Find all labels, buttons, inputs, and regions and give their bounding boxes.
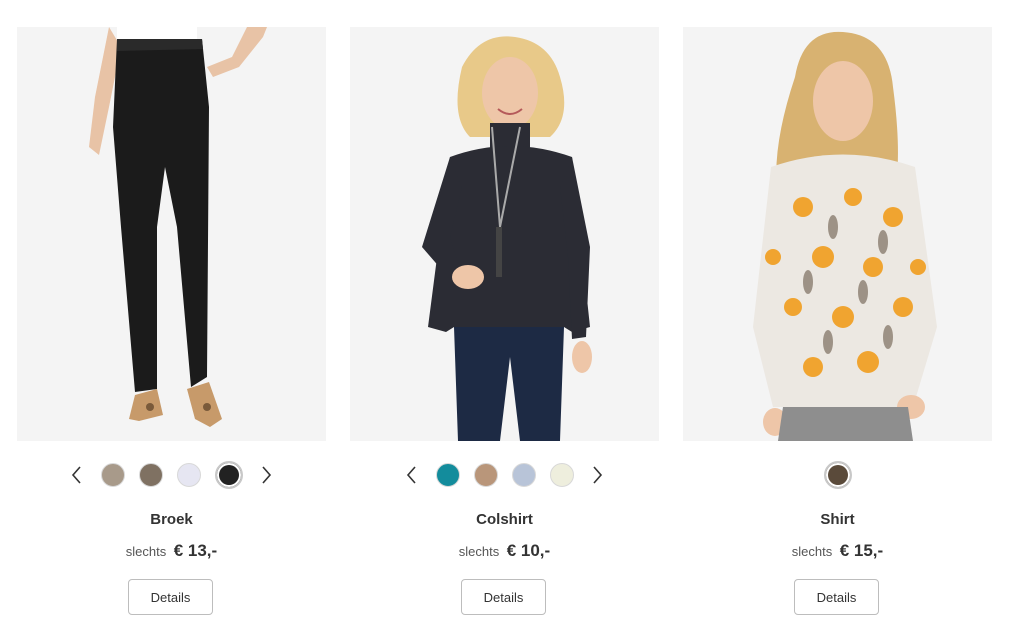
- color-swatches: [17, 461, 326, 489]
- product-price: slechts € 15,-: [683, 541, 992, 561]
- price-amount: € 13,-: [173, 541, 218, 560]
- turtleneck-photo: [350, 27, 659, 441]
- price-amount: € 15,-: [839, 541, 884, 560]
- chevron-left-icon: [71, 466, 81, 484]
- color-swatches: [683, 461, 992, 489]
- price-prefix: slechts: [125, 544, 167, 559]
- color-swatch[interactable]: [473, 463, 498, 487]
- color-swatch[interactable]: [100, 463, 125, 487]
- color-swatch[interactable]: [176, 463, 201, 487]
- prev-color-arrow[interactable]: [67, 461, 87, 489]
- product-image-broek[interactable]: [17, 27, 326, 441]
- price-amount: € 10,-: [506, 541, 551, 560]
- color-swatches: [350, 461, 659, 489]
- product-card-colshirt[interactable]: Colshirt slechts € 10,- Details: [350, 27, 659, 615]
- color-swatch-selected[interactable]: [214, 461, 243, 489]
- next-color-arrow[interactable]: [588, 461, 608, 489]
- next-color-arrow[interactable]: [257, 461, 277, 489]
- details-button[interactable]: Details: [461, 579, 546, 615]
- chevron-right-icon: [262, 466, 272, 484]
- product-price: slechts € 10,-: [350, 541, 659, 561]
- details-button[interactable]: Details: [794, 579, 879, 615]
- color-swatch-selected[interactable]: [823, 461, 852, 489]
- color-swatch[interactable]: [138, 463, 163, 487]
- trousers-photo: [17, 27, 326, 441]
- color-swatch[interactable]: [435, 463, 460, 487]
- color-swatch[interactable]: [549, 463, 574, 487]
- product-name[interactable]: Shirt: [683, 511, 992, 528]
- product-card-broek[interactable]: Broek slechts € 13,- Details: [17, 27, 326, 615]
- price-prefix: slechts: [791, 544, 833, 559]
- product-card-shirt[interactable]: Shirt slechts € 15,- Details: [683, 27, 992, 615]
- product-name[interactable]: Broek: [17, 511, 326, 528]
- product-image-colshirt[interactable]: [350, 27, 659, 441]
- chevron-left-icon: [406, 466, 416, 484]
- color-swatch[interactable]: [511, 463, 536, 487]
- price-prefix: slechts: [458, 544, 500, 559]
- product-name[interactable]: Colshirt: [350, 511, 659, 528]
- product-price: slechts € 13,-: [17, 541, 326, 561]
- floral-shirt-photo: [683, 27, 992, 441]
- product-image-shirt[interactable]: [683, 27, 992, 441]
- prev-color-arrow[interactable]: [402, 461, 422, 489]
- chevron-right-icon: [593, 466, 603, 484]
- details-button[interactable]: Details: [128, 579, 213, 615]
